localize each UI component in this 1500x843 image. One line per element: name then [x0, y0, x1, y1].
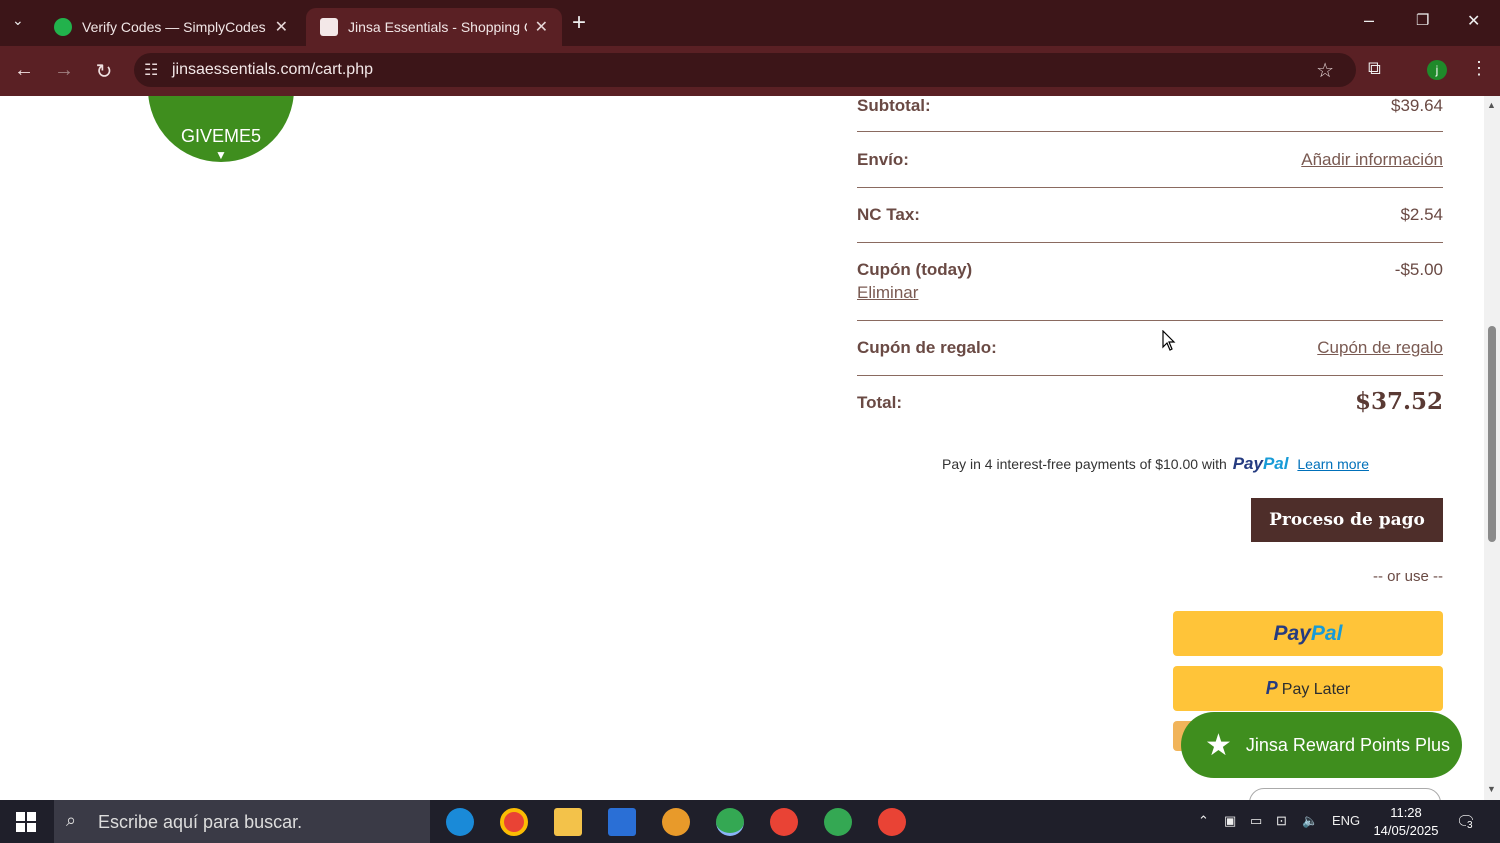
tab-search-dropdown-icon[interactable]: ⌄ [12, 12, 24, 29]
new-tab-button[interactable]: + [572, 9, 586, 37]
notifications-icon[interactable]: 🗨3 [1456, 812, 1476, 832]
file-explorer-icon[interactable] [554, 808, 582, 836]
clock-date: 14/05/2025 [1373, 823, 1439, 838]
chrome-profile-icon[interactable] [824, 808, 852, 836]
simplycodes-favicon-icon [54, 18, 72, 36]
tax-label: NC Tax: [857, 205, 920, 224]
bookmark-star-icon[interactable]: ☆ [1316, 58, 1334, 83]
edge-icon[interactable] [446, 808, 474, 836]
scrollbar-thumb[interactable] [1488, 326, 1496, 542]
total-row: Total: $37.52 [857, 376, 1443, 436]
or-use-divider: -- or use -- [1372, 568, 1443, 585]
total-label: Total: [857, 393, 903, 412]
gift-coupon-label: Cupón de regalo: [857, 338, 997, 357]
show-hidden-icons-icon[interactable]: ⌃ [1198, 813, 1209, 829]
restore-button[interactable]: ❐ [1416, 11, 1429, 29]
scroll-up-icon[interactable]: ▲ [1487, 100, 1496, 110]
cart-page: GIVEME5 ▼ Subtotal: $39.64 Envío: Añadir… [0, 96, 1484, 800]
tax-value: $2.54 [1400, 205, 1443, 224]
paypal-pay-in-4-message: Pay in 4 interest-free payments of $10.0… [942, 454, 1369, 474]
tray-app-icon[interactable]: ▣ [1224, 813, 1236, 829]
network-icon[interactable]: ⊡ [1276, 813, 1287, 829]
windows-start-icon[interactable] [16, 812, 36, 832]
page-scrollbar[interactable]: ▲ ▼ [1484, 96, 1500, 800]
chrome-profile-icon[interactable] [716, 808, 744, 836]
close-tab-icon[interactable]: ✕ [535, 17, 548, 37]
pay-later-label: Pay Later [1281, 681, 1351, 698]
search-icon: ⌕ [66, 810, 77, 830]
caret-down-icon: ▼ [215, 148, 227, 162]
subtotal-label: Subtotal: [857, 96, 931, 115]
browser-toolbar: ← → ↻ ☷ jinsaessentials.com/cart.php ☆ ⧉… [0, 46, 1500, 96]
coupon-row: Cupón (today) Eliminar -$5.00 [857, 243, 1443, 321]
app-icon[interactable] [662, 808, 690, 836]
paypal-p-icon: P [1265, 678, 1278, 698]
tab-title: Verify Codes — SimplyCodes [82, 19, 266, 35]
coupon-label: Cupón (today) [857, 260, 973, 279]
taskbar-clock[interactable]: 11:28 14/05/2025 [1368, 804, 1444, 840]
subtotal-row: Subtotal: $39.64 [857, 96, 1443, 132]
back-arrow-icon[interactable]: ← [12, 59, 36, 82]
minimize-button[interactable]: – [1364, 10, 1374, 31]
paypal-message-text: Pay in 4 interest-free payments of $10.0… [942, 456, 1227, 472]
remove-coupon-link[interactable]: Eliminar [857, 283, 918, 303]
paypal-pay-later-button[interactable]: P Pay Later [1173, 666, 1443, 711]
site-info-icon[interactable]: ☷ [144, 60, 158, 80]
reload-icon[interactable]: ↻ [92, 59, 116, 84]
taskbar-search-box[interactable]: ⌕ Escribe aquí para buscar. [54, 800, 430, 843]
windows-taskbar: ⌕ Escribe aquí para buscar. ⌃ ▣ ▭ ⊡ 🔈 EN… [0, 800, 1500, 843]
notification-count: 3 [1466, 820, 1474, 831]
chrome-profile-icon[interactable] [770, 808, 798, 836]
total-value: $37.52 [1354, 388, 1443, 415]
reward-points-label: Jinsa Reward Points Plus [1245, 734, 1450, 755]
card-options-row[interactable] [1249, 788, 1441, 800]
address-bar[interactable]: ☷ jinsaessentials.com/cart.php ☆ [134, 53, 1356, 87]
language-indicator[interactable]: ENG [1332, 813, 1360, 828]
clock-time: 11:28 [1390, 805, 1422, 820]
tax-row: NC Tax: $2.54 [857, 188, 1443, 243]
gift-coupon-row: Cupón de regalo: Cupón de regalo [857, 321, 1443, 376]
scroll-down-icon[interactable]: ▼ [1487, 784, 1496, 794]
paypal-logo: PayPal [1273, 622, 1343, 645]
tab-title: Jinsa Essentials - Shopping Cart [348, 19, 527, 35]
add-shipping-info-link[interactable]: Añadir información [1301, 150, 1443, 170]
jinsa-favicon-icon [320, 18, 338, 36]
learn-more-link[interactable]: Learn more [1297, 456, 1369, 472]
paypal-logo: PayPal [1232, 454, 1289, 473]
gift-coupon-link[interactable]: Cupón de regalo [1317, 338, 1443, 358]
tab-simplycodes[interactable]: Verify Codes — SimplyCodes ✕ [40, 8, 302, 46]
url-text: jinsaessentials.com/cart.php [172, 61, 373, 78]
chrome-profile-icon[interactable] [878, 808, 906, 836]
battery-icon[interactable]: ▭ [1250, 813, 1262, 829]
mouse-cursor-icon [1162, 330, 1176, 351]
coupon-value: -$5.00 [1394, 260, 1443, 279]
star-icon: ★ [1205, 728, 1232, 762]
shipping-row: Envío: Añadir información [857, 133, 1443, 188]
store-icon[interactable] [608, 808, 636, 836]
tab-jinsa-cart[interactable]: Jinsa Essentials - Shopping Cart ✕ [306, 8, 562, 46]
shipping-label: Envío: [857, 150, 909, 169]
close-tab-icon[interactable]: ✕ [275, 17, 288, 37]
search-placeholder: Escribe aquí para buscar. [98, 812, 303, 832]
checkout-button[interactable]: Proceso de pago [1251, 498, 1443, 542]
close-window-button[interactable]: ✕ [1467, 11, 1480, 31]
forward-arrow-icon[interactable]: → [52, 59, 76, 82]
menu-kebab-icon[interactable]: ⋮ [1470, 58, 1488, 79]
coupon-code: GIVEME5 [180, 126, 262, 146]
subtotal-value: $39.64 [1391, 96, 1443, 115]
reward-points-button[interactable]: ★ Jinsa Reward Points Plus [1181, 712, 1462, 778]
volume-icon[interactable]: 🔈 [1302, 813, 1318, 829]
extensions-icon[interactable]: ⧉ [1368, 58, 1381, 79]
chrome-icon[interactable] [500, 808, 528, 836]
profile-avatar[interactable]: j [1427, 60, 1447, 80]
paypal-button[interactable]: PayPal [1173, 611, 1443, 656]
browser-tab-bar: ⌄ Verify Codes — SimplyCodes ✕ Jinsa Ess… [0, 0, 1500, 46]
coupon-badge[interactable]: GIVEME5 ▼ [148, 96, 294, 162]
